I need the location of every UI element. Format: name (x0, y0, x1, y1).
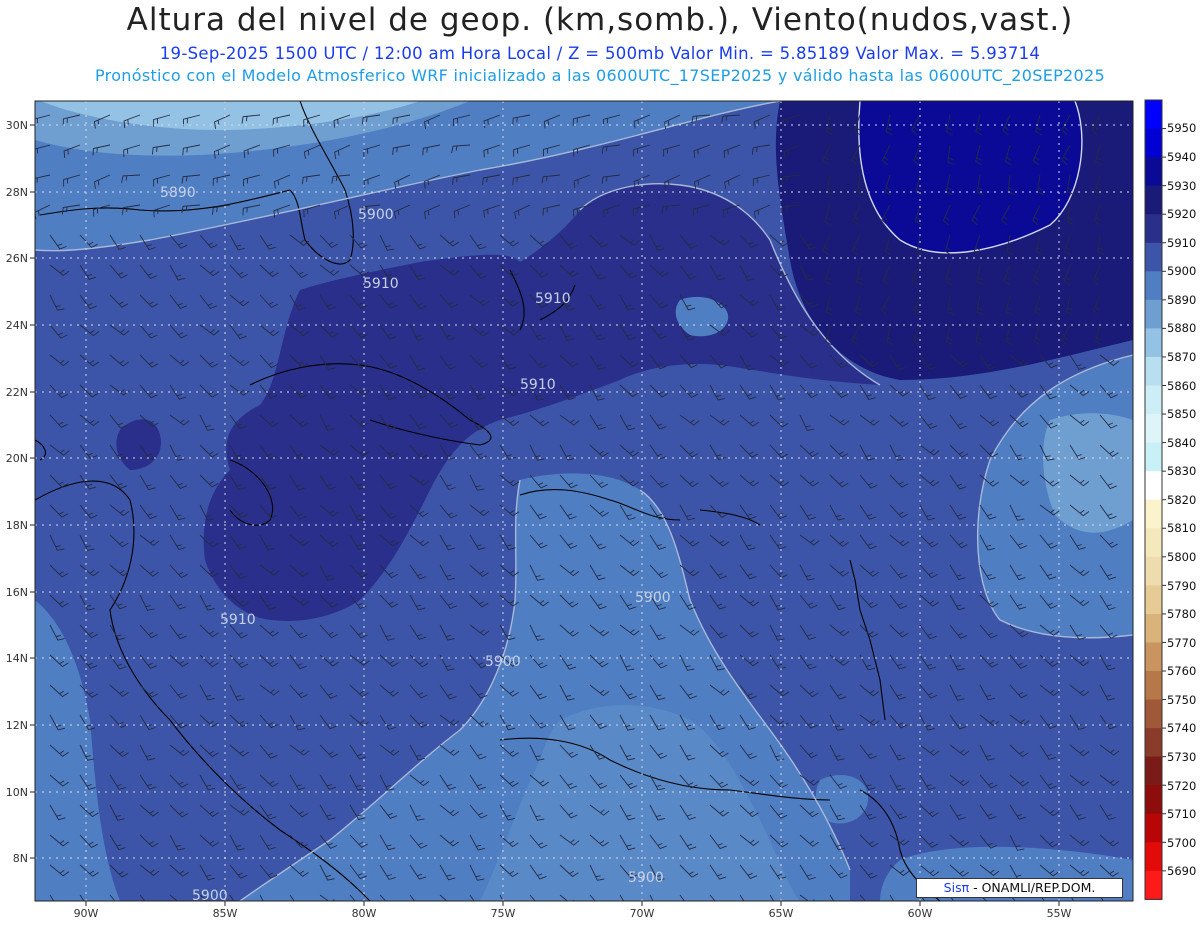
contour-label: 5900 (485, 654, 521, 670)
colorbar-swatch (1145, 328, 1162, 358)
contour-label: 5900 (628, 870, 664, 886)
colorbar-swatch (1145, 499, 1162, 529)
colorbar-label: 5910 (1167, 236, 1196, 250)
lat-label: 12N (6, 719, 28, 732)
colorbar-label: 5930 (1167, 179, 1196, 193)
colorbar-label: 5830 (1167, 464, 1196, 478)
lat-label: 14N (6, 652, 28, 665)
colorbar-label: 5750 (1167, 693, 1196, 707)
colorbar-label: 5920 (1167, 207, 1196, 221)
credit-org: - ONAMLI/REP.DOM. (973, 880, 1096, 895)
colorbar-swatch (1145, 271, 1162, 301)
colorbar-swatch (1145, 785, 1162, 815)
credit-box: Sisπ - ONAMLI/REP.DOM. (916, 878, 1123, 898)
lon-label: 70W (630, 907, 655, 920)
colorbar-label: 5860 (1167, 379, 1196, 393)
colorbar-swatch (1145, 699, 1162, 729)
colorbar-swatch (1145, 813, 1162, 843)
contour-label: 5900 (192, 888, 228, 904)
colorbar-label: 5810 (1167, 521, 1196, 535)
colorbar-swatch (1145, 442, 1162, 472)
lon-label: 80W (352, 907, 377, 920)
colorbar-label: 5890 (1167, 293, 1196, 307)
lat-label: 18N (6, 519, 28, 532)
colorbar-label: 5950 (1167, 121, 1196, 135)
colorbar-label: 5850 (1167, 407, 1196, 421)
colorbar-label: 5740 (1167, 721, 1196, 735)
lat-label: 16N (6, 586, 28, 599)
contour-label: 5890 (160, 185, 196, 201)
colorbar-label: 5710 (1167, 807, 1196, 821)
lat-label: 10N (6, 786, 28, 799)
colorbar-swatch (1145, 214, 1162, 244)
contour-label: 5910 (220, 612, 256, 628)
colorbar-swatch (1145, 556, 1162, 586)
colorbar-swatch (1145, 728, 1162, 758)
colorbar-label: 5790 (1167, 579, 1196, 593)
colorbar-swatch (1145, 128, 1162, 158)
map-field: 5890 5900 5910 5910 5910 5910 5900 5900 … (35, 101, 1133, 904)
colorbar-swatch (1145, 471, 1162, 501)
contour-label: 5910 (520, 377, 556, 393)
colorbar-swatch (1145, 100, 1162, 129)
contour-label: 5900 (635, 590, 671, 606)
colorbar-label: 5870 (1167, 350, 1196, 364)
colorbar-label: 5880 (1167, 321, 1196, 335)
sispi-logo-text: Sisπ (943, 880, 970, 895)
colorbar-label: 5940 (1167, 150, 1196, 164)
lon-label: 75W (491, 907, 516, 920)
colorbar-swatch (1145, 642, 1162, 672)
colorbar-swatch (1145, 185, 1162, 215)
colorbar-label: 5900 (1167, 264, 1196, 278)
lat-label: 30N (6, 119, 28, 132)
lat-label: 22N (6, 386, 28, 399)
lon-label: 85W (213, 907, 238, 920)
colorbar-label: 5820 (1167, 493, 1196, 507)
colorbar-label: 5760 (1167, 664, 1196, 678)
colorbar-swatch (1145, 671, 1162, 700)
colorbar-label: 5780 (1167, 607, 1196, 621)
colorbar-label: 5700 (1167, 836, 1196, 850)
colorbar-swatch (1145, 842, 1162, 872)
colorbar-swatch (1145, 356, 1162, 386)
lon-axis: 90W 85W 80W 75W 70W 65W 60W 55W (74, 907, 1072, 920)
lat-label: 20N (6, 452, 28, 465)
colorbar-swatch (1145, 299, 1162, 329)
lon-label: 90W (74, 907, 99, 920)
colorbar-swatch (1145, 585, 1162, 615)
colorbar-swatch (1145, 756, 1162, 786)
colorbar-swatch (1145, 157, 1162, 187)
colorbar-swatch (1145, 870, 1162, 900)
colorbar-swatch (1145, 613, 1162, 643)
lon-label: 65W (769, 907, 794, 920)
colorbar-swatch (1145, 528, 1162, 558)
colorbar-swatch (1145, 242, 1162, 272)
contour-label: 5910 (363, 276, 399, 292)
colorbar-swatch (1145, 414, 1162, 443)
lat-axis: 30N 28N 26N 24N 22N 20N 18N 16N 14N 12N … (6, 119, 28, 865)
colorbar-label: 5730 (1167, 750, 1196, 764)
colorbar-label: 5720 (1167, 779, 1196, 793)
geopotential-map: 5890 5900 5910 5910 5910 5910 5900 5900 … (6, 99, 1196, 920)
lat-label: 24N (6, 319, 28, 332)
lat-label: 26N (6, 252, 28, 265)
lon-label: 55W (1047, 907, 1072, 920)
lat-label: 8N (13, 852, 28, 865)
colorbar-label: 5840 (1167, 436, 1196, 450)
colorbar-label: 5770 (1167, 636, 1196, 650)
colorbar-swatch (1145, 385, 1162, 415)
lat-label: 28N (6, 186, 28, 199)
colorbar-label: 5690 (1167, 864, 1196, 878)
colorbar-labels: 5950 5940 5930 5920 5910 5900 5890 5880 … (1167, 121, 1196, 878)
lon-label: 60W (908, 907, 933, 920)
colorbar (1144, 99, 1166, 900)
contour-label: 5900 (358, 207, 394, 223)
contour-label: 5910 (535, 291, 571, 307)
colorbar-label: 5800 (1167, 550, 1196, 564)
